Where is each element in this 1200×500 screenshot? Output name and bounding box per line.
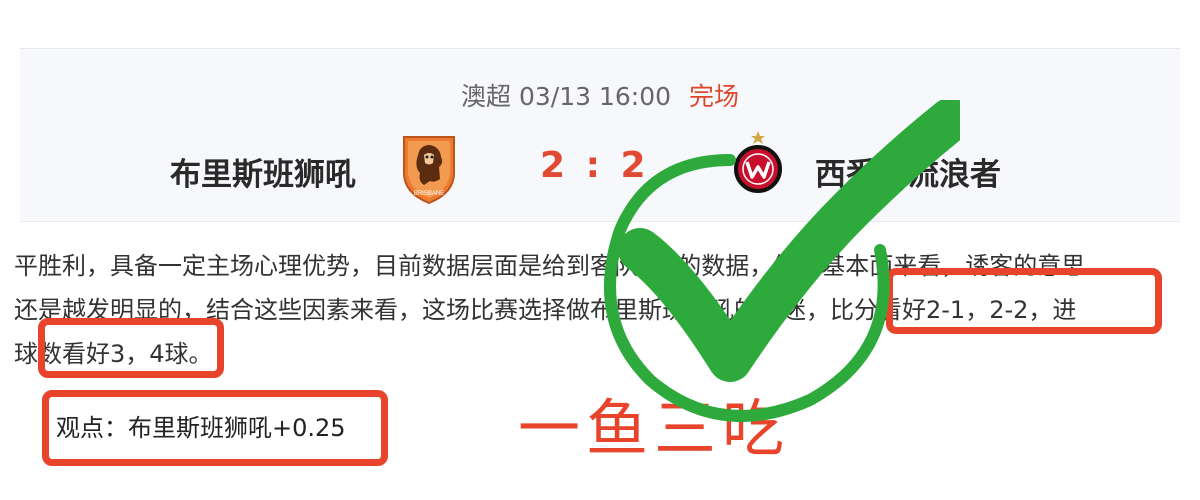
goals-highlight-box bbox=[38, 318, 224, 378]
view-highlight-box bbox=[42, 390, 388, 466]
home-team-name[interactable]: 布里斯班狮吼 bbox=[170, 149, 356, 194]
league-label: 澳超 bbox=[461, 82, 512, 111]
svg-text:BRISBANE: BRISBANE bbox=[414, 191, 444, 197]
brisbane-roar-lion-crest-icon: BRISBANE bbox=[403, 136, 455, 205]
green-checkmark-icon bbox=[604, 100, 960, 422]
